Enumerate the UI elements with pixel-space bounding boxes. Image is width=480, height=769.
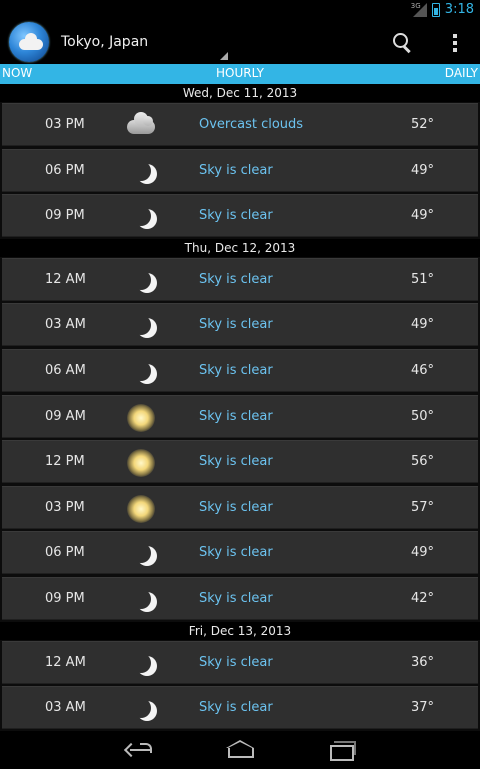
forecast-temperature: 42° — [410, 591, 434, 606]
tab-bar: HOURLY NOW DAILY — [0, 64, 480, 84]
location-spinner-label[interactable]: Tokyo, Japan — [61, 34, 148, 50]
forecast-description: Sky is clear — [199, 454, 273, 470]
forecast-time: 03 PM — [45, 499, 85, 515]
moon-icon — [125, 693, 157, 725]
forecast-time: 06 AM — [45, 363, 86, 378]
forecast-row[interactable]: 09 AM Sky is clear 50° — [2, 394, 478, 438]
forecast-row[interactable]: 06 AM Sky is clear 46° — [2, 349, 478, 392]
forecast-row[interactable]: 06 PM Sky is clear 49° — [2, 531, 478, 575]
forecast-time: 12 AM — [45, 654, 86, 670]
forecast-time: 03 AM — [45, 700, 86, 716]
forecast-description: Sky is clear — [199, 499, 273, 515]
forecast-description: Sky is clear — [199, 363, 273, 378]
forecast-description: Sky is clear — [199, 700, 273, 716]
day-header: Thu, Dec 12, 2013 — [0, 238, 480, 257]
forecast-temperature: 50° — [410, 408, 434, 424]
forecast-time: 03 PM — [45, 117, 85, 132]
weather-globe-cloud-icon[interactable] — [9, 22, 49, 62]
forecast-description: Sky is clear — [199, 208, 273, 224]
forecast-row[interactable]: 12 PM Sky is clear 56° — [2, 440, 478, 484]
tab-now[interactable]: NOW — [2, 66, 32, 80]
day-header: Fri, Dec 13, 2013 — [0, 621, 480, 640]
forecast-description: Sky is clear — [199, 408, 273, 424]
forecast-row[interactable]: 03 PM Sky is clear 57° — [2, 485, 478, 529]
forecast-temperature: 57° — [410, 499, 434, 515]
tab-daily[interactable]: DAILY — [445, 66, 478, 80]
forecast-time: 06 PM — [45, 545, 85, 561]
forecast-temperature: 51° — [410, 271, 434, 287]
back-icon[interactable] — [123, 742, 152, 758]
status-icons: 3G 3:18 — [410, 1, 474, 18]
status-bar: 3G 3:18 — [0, 0, 480, 22]
moon-icon — [125, 265, 157, 297]
forecast-temperature: 52° — [410, 117, 434, 132]
forecast-description: Sky is clear — [199, 162, 273, 178]
forecast-time: 06 PM — [45, 162, 85, 178]
moon-icon — [125, 310, 157, 342]
moon-icon — [125, 648, 157, 680]
navigation-bar — [0, 731, 480, 769]
home-icon[interactable] — [226, 740, 254, 760]
sun-icon — [125, 447, 157, 479]
recent-apps-icon[interactable] — [330, 741, 356, 761]
forecast-row[interactable]: 09 PM Sky is clear 49° — [2, 194, 478, 238]
signal-icon: 3G — [410, 1, 427, 17]
forecast-description: Sky is clear — [199, 654, 273, 670]
sun-icon — [125, 402, 157, 434]
forecast-time: 09 AM — [45, 408, 86, 424]
forecast-temperature: 49° — [410, 545, 434, 561]
moon-icon — [125, 156, 157, 188]
forecast-row[interactable]: 12 AM Sky is clear 36° — [2, 640, 478, 684]
forecast-description: Sky is clear — [199, 591, 273, 606]
forecast-temperature: 49° — [410, 162, 434, 178]
forecast-row[interactable]: 03 AM Sky is clear 49° — [2, 303, 478, 347]
search-icon[interactable] — [390, 30, 416, 56]
overflow-menu-icon[interactable] — [445, 30, 465, 56]
forecast-description: Overcast clouds — [199, 117, 304, 132]
forecast-time: 12 PM — [45, 454, 85, 470]
moon-icon — [125, 356, 157, 388]
network-type: 3G — [410, 1, 421, 10]
moon-icon — [125, 584, 157, 616]
forecast-temperature: 49° — [410, 317, 434, 333]
cloud-icon — [125, 110, 157, 142]
spinner-indicator-icon[interactable] — [220, 52, 228, 60]
forecast-temperature: 37° — [410, 700, 434, 716]
action-bar: Tokyo, Japan — [0, 22, 480, 64]
battery-icon — [431, 2, 440, 17]
forecast-row[interactable]: 03 PM Overcast clouds 52° — [2, 103, 478, 146]
forecast-temperature: 36° — [410, 654, 434, 670]
forecast-temperature: 49° — [410, 208, 434, 224]
forecast-row[interactable]: 06 PM Sky is clear 49° — [2, 148, 478, 192]
status-time: 3:18 — [444, 2, 474, 17]
forecast-time: 09 PM — [45, 591, 85, 606]
forecast-description: Sky is clear — [199, 271, 273, 287]
forecast-description: Sky is clear — [199, 317, 273, 333]
moon-icon — [125, 538, 157, 570]
day-header: Wed, Dec 11, 2013 — [0, 84, 480, 102]
forecast-row[interactable]: 12 AM Sky is clear 51° — [2, 257, 478, 301]
forecast-time: 03 AM — [45, 317, 86, 333]
forecast-temperature: 56° — [410, 454, 434, 470]
moon-icon — [125, 201, 157, 233]
tab-hourly[interactable]: HOURLY — [0, 66, 480, 80]
forecast-description: Sky is clear — [199, 545, 273, 561]
forecast-row[interactable]: 03 AM Sky is clear 37° — [2, 686, 478, 730]
forecast-time: 12 AM — [45, 271, 86, 287]
forecast-row[interactable]: 09 PM Sky is clear 42° — [2, 577, 478, 620]
forecast-time: 09 PM — [45, 208, 85, 224]
sun-icon — [125, 493, 157, 525]
forecast-temperature: 46° — [410, 363, 434, 378]
